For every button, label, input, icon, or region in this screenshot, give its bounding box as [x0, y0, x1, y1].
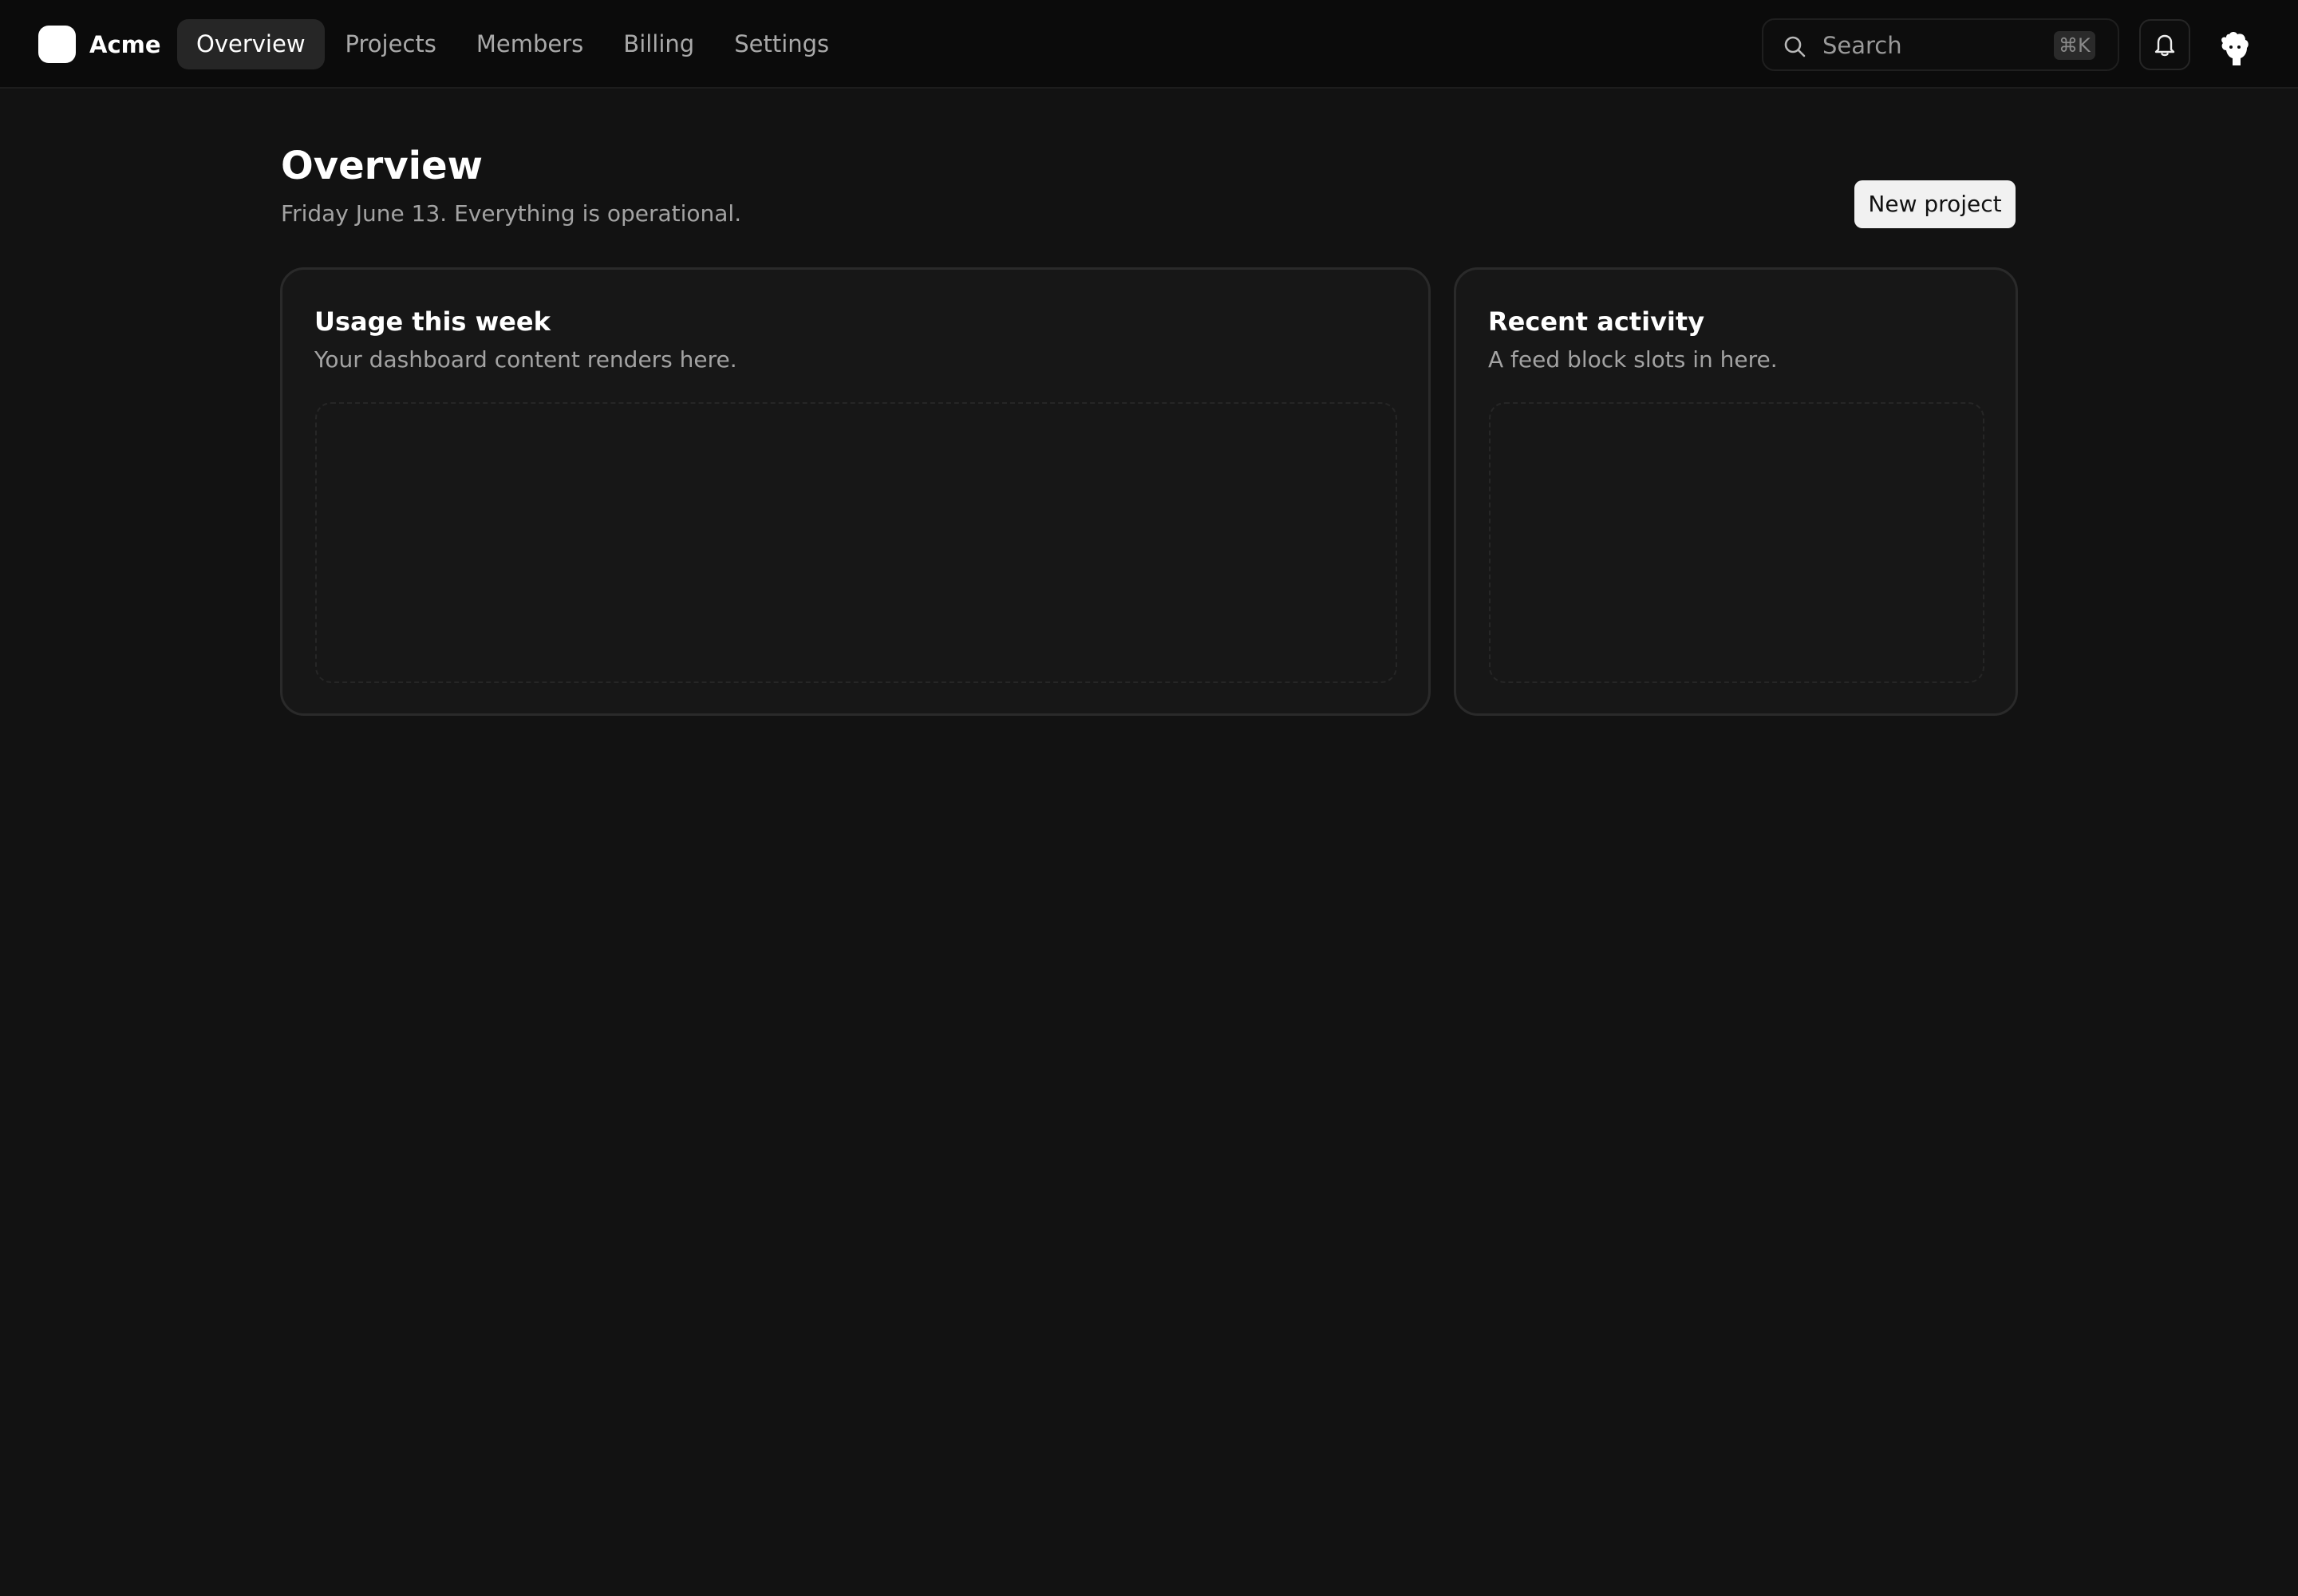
nav-item-members[interactable]: Members: [457, 19, 602, 69]
search-shortcut-badge: ⌘K: [2054, 31, 2095, 60]
usage-content-placeholder: [315, 402, 1397, 683]
page-subtitle: Friday June 13. Everything is operationa…: [281, 200, 742, 227]
notifications-button[interactable]: [2139, 19, 2190, 70]
acme-logo-icon[interactable]: [38, 26, 76, 63]
nav-item-overview[interactable]: Overview: [177, 19, 325, 69]
page-title: Overview: [281, 144, 483, 188]
avatar[interactable]: [2215, 27, 2253, 69]
nav-item-projects[interactable]: Projects: [326, 19, 456, 69]
new-project-button[interactable]: New project: [1854, 180, 2016, 228]
search-icon: [1784, 36, 1806, 57]
recent-activity-description: A feed block slots in here.: [1488, 346, 1778, 373]
usage-card-title: Usage this week: [314, 306, 551, 337]
recent-activity-card: Recent activity A feed block slots in he…: [1454, 267, 2018, 716]
nav-item-settings[interactable]: Settings: [715, 19, 848, 69]
search-placeholder: Search: [1822, 32, 1902, 59]
nav-item-billing[interactable]: Billing: [604, 19, 713, 69]
bell-icon: [2154, 34, 2175, 57]
usage-card-description: Your dashboard content renders here.: [314, 346, 737, 373]
top-navigation-bar: Acme Overview Projects Members Billing S…: [0, 0, 2298, 89]
usage-card: Usage this week Your dashboard content r…: [280, 267, 1431, 716]
brand-name[interactable]: Acme: [89, 29, 161, 61]
primary-navigation: Overview Projects Members Billing Settin…: [177, 19, 848, 69]
search-input[interactable]: Search ⌘K: [1762, 18, 2119, 71]
activity-feed-placeholder: [1489, 402, 1984, 683]
recent-activity-title: Recent activity: [1488, 306, 1705, 337]
